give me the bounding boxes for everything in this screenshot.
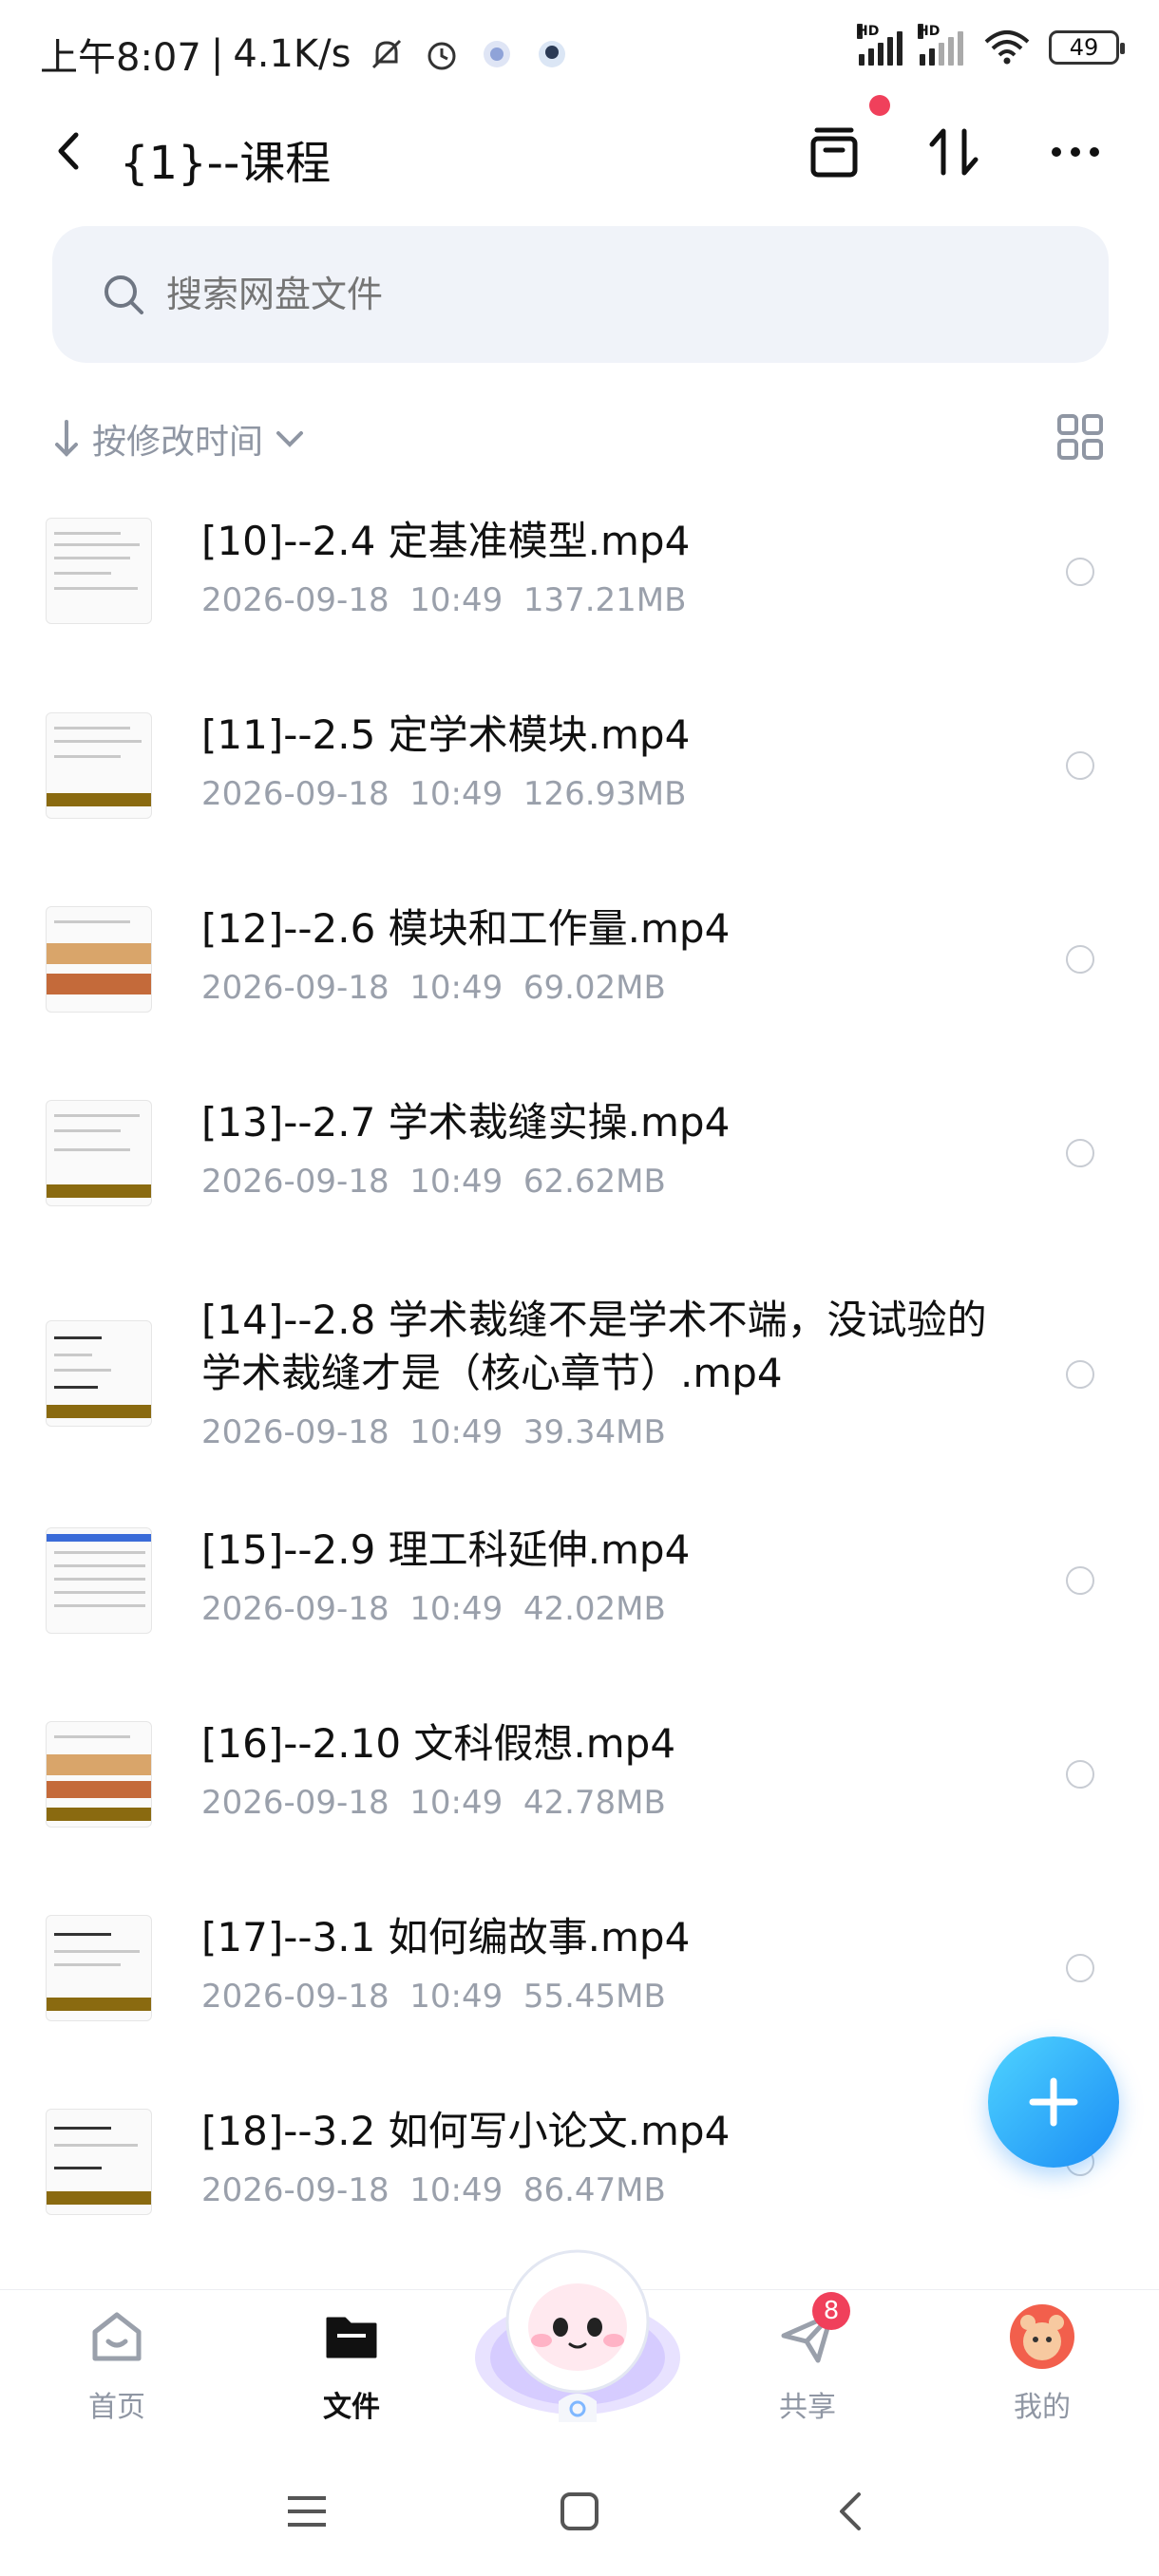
signal-icon-2: HD	[918, 24, 967, 66]
file-meta: 2026-09-18 10:49 39.34MB	[201, 1413, 666, 1451]
nav-label-share: 共享	[779, 2391, 836, 2424]
file-meta: 2026-09-18 10:49 137.21MB	[201, 581, 687, 619]
status-bar: 上午8:07 | 4.1K/s HD HD 49	[0, 0, 1159, 104]
file-name: [10]--2.4 定基准模型.mp4	[201, 518, 691, 564]
notification-dot	[869, 95, 890, 116]
plus-icon	[1029, 2077, 1078, 2127]
nav-item-share[interactable]: 8 共享	[732, 2292, 884, 2425]
network-speed: 4.1K/s	[233, 32, 352, 76]
video-thumbnail	[46, 2109, 152, 2215]
menu-icon[interactable]	[278, 2483, 335, 2540]
select-radio[interactable]	[1066, 1566, 1094, 1595]
ai-assistant-mascot-icon[interactable]	[473, 2234, 682, 2424]
chevron-down-icon	[276, 431, 304, 447]
add-button[interactable]	[988, 2036, 1119, 2168]
status-right: HD HD 49	[846, 24, 1125, 66]
search-bar[interactable]	[52, 226, 1109, 363]
select-radio[interactable]	[1066, 558, 1094, 586]
back-triangle-icon[interactable]	[823, 2483, 880, 2540]
file-name: [14]--2.8 学术裁缝不是学术不端，没试验的 学术裁缝才是（核心章节）.mp…	[201, 1297, 987, 1396]
status-left: 上午8:07 | 4.1K/s	[40, 27, 571, 82]
alarm-icon	[428, 42, 456, 70]
wifi-icon	[984, 30, 1030, 65]
nav-label-home: 首页	[88, 2391, 145, 2424]
video-thumbnail	[46, 906, 152, 1013]
sort-icon[interactable]	[920, 118, 988, 186]
clock: 上午8:07	[40, 36, 201, 80]
file-name: [17]--3.1 如何编故事.mp4	[201, 1914, 691, 1960]
home-icon	[84, 2303, 150, 2370]
separator: |	[210, 32, 224, 76]
video-thumbnail	[46, 518, 152, 624]
share-badge: 8	[812, 2292, 850, 2330]
select-radio[interactable]	[1066, 1139, 1094, 1167]
more-icon[interactable]	[1041, 118, 1110, 186]
search-input[interactable]	[166, 274, 1021, 315]
avatar	[1009, 2303, 1075, 2370]
file-meta: 2026-09-18 10:49 55.45MB	[201, 1978, 666, 2016]
video-thumbnail	[46, 1915, 152, 2021]
grid-view-icon[interactable]	[1052, 408, 1109, 465]
file-meta: 2026-09-18 10:49 62.62MB	[201, 1163, 666, 1201]
select-radio[interactable]	[1066, 751, 1094, 780]
file-name: [18]--3.2 如何写小论文.mp4	[201, 2108, 731, 2154]
file-meta: 2026-09-18 10:49 42.02MB	[201, 1590, 666, 1628]
video-thumbnail	[46, 1320, 152, 1427]
battery-indicator: 49	[1049, 30, 1125, 65]
app-header: {1}--课程	[0, 95, 1159, 190]
app-notification-icon	[484, 41, 511, 67]
select-radio[interactable]	[1066, 1360, 1094, 1389]
nav-label-me: 我的	[1014, 2391, 1071, 2424]
nav-label-files: 文件	[323, 2391, 380, 2424]
video-thumbnail	[46, 712, 152, 819]
file-name: [13]--2.7 学术裁缝实操.mp4	[201, 1099, 731, 1146]
system-navigation-bar	[0, 2443, 1159, 2576]
select-radio[interactable]	[1066, 1760, 1094, 1789]
search-icon	[104, 275, 143, 314]
sort-by-modified-button[interactable]: 按修改时间	[52, 414, 309, 464]
folder-icon	[318, 2303, 385, 2370]
page-title: {1}--课程	[120, 137, 332, 190]
send-icon: 8	[774, 2292, 850, 2370]
video-thumbnail	[46, 1721, 152, 1828]
chevron-left-icon[interactable]	[46, 127, 93, 175]
signal-icon: HD	[857, 24, 906, 66]
arrow-down-icon	[55, 420, 78, 457]
app-notification-icon-2	[539, 41, 566, 67]
nav-item-files[interactable]: 文件	[276, 2303, 428, 2425]
file-name: [11]--2.5 定学术模块.mp4	[201, 711, 691, 758]
video-thumbnail	[46, 1527, 152, 1634]
home-square-icon[interactable]	[551, 2483, 608, 2540]
file-name: [15]--2.9 理工科延伸.mp4	[201, 1526, 691, 1573]
select-radio[interactable]	[1066, 945, 1094, 974]
file-meta: 2026-09-18 10:49 86.47MB	[201, 2171, 666, 2209]
video-thumbnail	[46, 1100, 152, 1206]
file-name: [16]--2.10 文科假想.mp4	[201, 1720, 676, 1767]
nav-item-home[interactable]: 首页	[41, 2303, 193, 2425]
file-meta: 2026-09-18 10:49 126.93MB	[201, 775, 687, 813]
mute-icon	[372, 39, 402, 69]
file-name: [12]--2.6 模块和工作量.mp4	[201, 905, 731, 952]
sort-row: 按修改时间	[52, 408, 1109, 475]
select-radio[interactable]	[1066, 1954, 1094, 1982]
nav-item-me[interactable]: 我的	[966, 2303, 1118, 2425]
sort-label: 按修改时间	[92, 423, 264, 462]
file-meta: 2026-09-18 10:49 42.78MB	[201, 1784, 666, 1822]
archive-icon[interactable]	[800, 118, 868, 186]
file-meta: 2026-09-18 10:49 69.02MB	[201, 969, 666, 1007]
